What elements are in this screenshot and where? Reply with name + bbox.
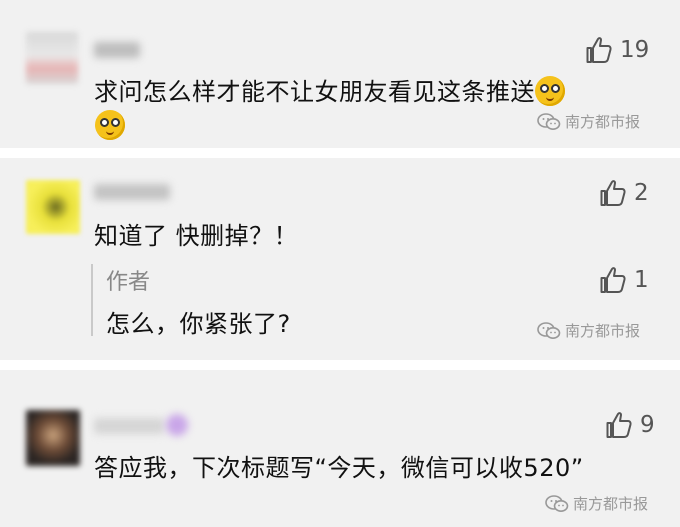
avatar[interactable] xyxy=(26,410,80,466)
emoji-icon xyxy=(95,110,125,140)
reply-text: 怎么，你紧张了? xyxy=(106,310,291,338)
reply-divider xyxy=(91,264,93,336)
wechat-icon xyxy=(537,321,561,339)
like-button[interactable]: 1 xyxy=(600,266,649,294)
source-name: 南方都市报 xyxy=(565,113,641,131)
comment-card: 2 知道了 快删掉？！ 作者 1 怎么，你紧张了? 南方都市报 xyxy=(0,158,680,360)
source-watermark: 南方都市报 xyxy=(537,320,640,341)
comment-card: 19 求问怎么样才能不让女朋友看见这条推送 南方都市报 xyxy=(0,0,680,148)
name-emoji-blur xyxy=(166,414,188,436)
comment-card: 9 答应我，下次标题写“今天，微信可以收520” 南方都市报 xyxy=(0,370,680,527)
like-button[interactable]: 2 xyxy=(600,179,649,207)
like-button[interactable]: 9 xyxy=(606,411,655,439)
comment-text: 求问怎么样才能不让女朋友看见这条推送 xyxy=(94,72,565,107)
emoji-icon xyxy=(535,76,565,106)
thumbs-up-icon xyxy=(606,412,632,438)
avatar[interactable] xyxy=(26,32,78,84)
source-watermark: 南方都市报 xyxy=(537,111,640,132)
wechat-icon xyxy=(537,112,561,130)
thumbs-up-icon xyxy=(600,180,626,206)
commenter-name xyxy=(94,42,140,58)
commenter-name xyxy=(94,418,164,434)
thumbs-up-icon xyxy=(586,37,612,63)
comment-text-body: 求问怎么样才能不让女朋友看见这条推送 xyxy=(94,78,535,106)
like-count: 2 xyxy=(634,180,649,206)
like-count: 19 xyxy=(620,37,650,63)
comment-text: 知道了 快删掉？！ xyxy=(94,222,299,250)
source-name: 南方都市报 xyxy=(565,322,641,340)
wechat-icon xyxy=(545,494,569,512)
like-button[interactable]: 19 xyxy=(586,36,649,64)
reply-author-label: 作者 xyxy=(106,270,151,295)
like-count: 9 xyxy=(640,412,655,438)
source-watermark: 南方都市报 xyxy=(545,493,648,514)
avatar[interactable] xyxy=(26,180,80,234)
like-count: 1 xyxy=(634,267,649,293)
comment-text: 答应我，下次标题写“今天，微信可以收520” xyxy=(94,454,584,482)
commenter-name xyxy=(94,184,170,200)
source-name: 南方都市报 xyxy=(573,495,649,513)
thumbs-up-icon xyxy=(600,267,626,293)
